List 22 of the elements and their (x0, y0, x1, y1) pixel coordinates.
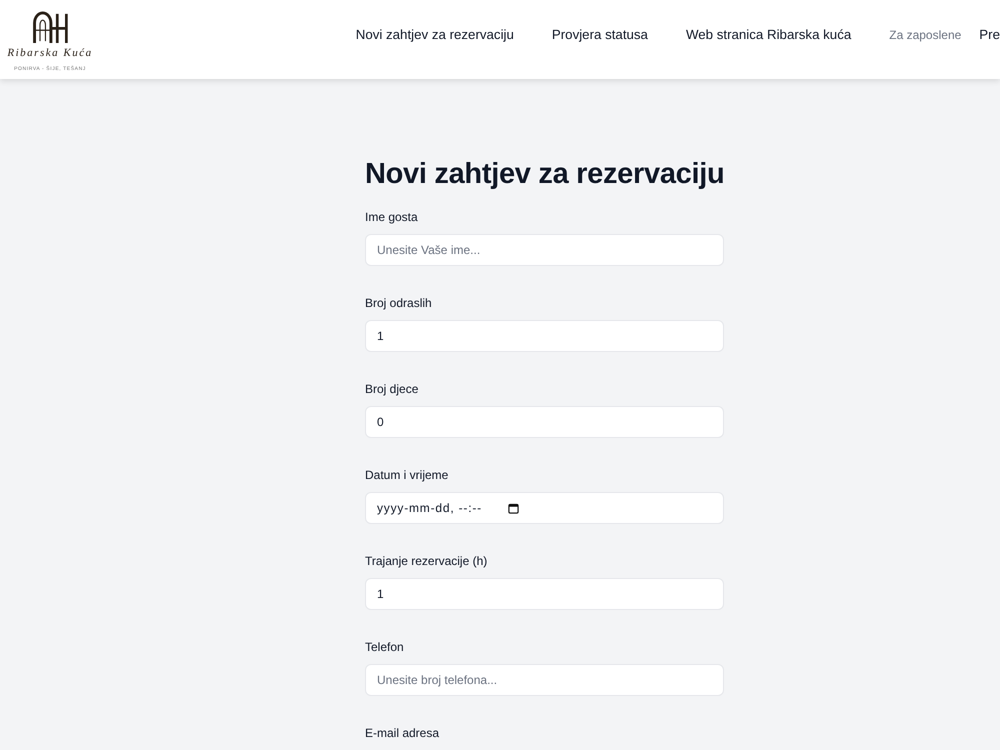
input-field[interactable]: Unesite broj telefona... (365, 664, 724, 696)
calendar-icon[interactable] (508, 502, 519, 514)
field-label: Broj djece (365, 381, 420, 397)
field-label: Telefon (365, 639, 405, 655)
nav-link[interactable]: Novi zahtjev za rezervaciju (356, 27, 514, 42)
number-field[interactable]: 1 (365, 578, 724, 610)
monogram-icon (30, 10, 70, 44)
field-label: Broj odraslih (365, 295, 433, 311)
nav-link[interactable]: Za zaposlene (889, 28, 962, 42)
field-label: E-mail adresa (365, 725, 440, 741)
nav-link[interactable]: Web stranica Ribarska kuća (686, 27, 852, 42)
input-field[interactable]: Unesite Vaše ime... (365, 234, 724, 266)
datetime-field[interactable]: yyyy-mm-dd, --:-- (365, 492, 724, 524)
field-label: Trajanje rezervacije (h) (365, 553, 488, 569)
field-label: Ime gosta (365, 209, 419, 225)
number-field[interactable]: 1 (365, 320, 724, 352)
page-title: Novi zahtjev za rezervaciju (365, 157, 724, 191)
nav-link[interactable]: Pre (979, 27, 1000, 42)
nav-link[interactable]: Provjera statusa (552, 27, 648, 42)
number-field[interactable]: 0 (365, 406, 724, 438)
field-label: Datum i vrijeme (365, 467, 450, 483)
logo-wordmark: Ribarska Kuća (7, 46, 93, 60)
